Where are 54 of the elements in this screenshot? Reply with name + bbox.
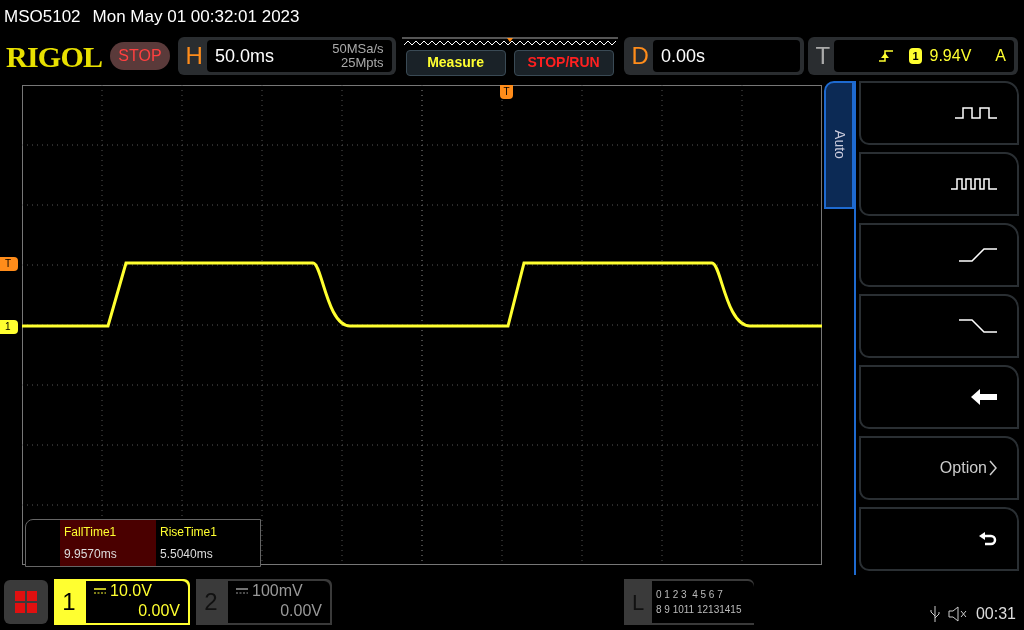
- trigger-mode: A: [995, 46, 1006, 67]
- trigger-panel[interactable]: T 1 9.94V A: [807, 37, 1018, 76]
- trigger-level: 9.94V: [929, 46, 972, 67]
- memory-depth: 25Mpts: [340, 56, 384, 71]
- channel-panel[interactable]: 1 10.0V 0.00V: [54, 579, 190, 626]
- side-menu-tab[interactable]: Auto: [824, 80, 854, 209]
- channel-scale: 100mV: [252, 581, 303, 602]
- brand-logo: RIGOL: [6, 38, 103, 75]
- status-time: 00:31: [975, 604, 1016, 624]
- pulse-icon: [955, 105, 997, 120]
- trigger-source-badge: 1: [909, 47, 922, 65]
- run-state-badge: STOP: [110, 42, 170, 71]
- side-menu-button[interactable]: [859, 151, 1019, 216]
- date-time: Mon May 01 00:32:01 2023: [92, 6, 300, 28]
- sample-rate: 50MSa/s: [332, 42, 384, 57]
- stop-run-button[interactable]: STOP/RUN: [513, 49, 614, 76]
- channel-offset: 0.00V: [280, 601, 322, 622]
- timebase-value: 50.0ms: [214, 44, 274, 68]
- model-name: MSO5102: [4, 6, 81, 28]
- falling-edge-icon: [959, 317, 997, 334]
- channel-marker: 1: [0, 319, 18, 334]
- delay-key: D: [627, 38, 653, 75]
- delay-panel[interactable]: D 0.00s: [623, 37, 804, 76]
- measurement-value: 5.5040ms: [160, 545, 214, 563]
- logic-channel-numbers: 8 9 1011 12131415: [656, 603, 743, 618]
- logic-channel-numbers: 0 1 2 3 4 5 6 7: [656, 588, 724, 603]
- measurement-value: 9.9570ms: [64, 545, 118, 563]
- chevron-right-icon: [989, 459, 997, 476]
- channel-number: 1: [61, 587, 77, 618]
- usb-icon: [929, 606, 940, 622]
- measurement-name: RiseTime1: [160, 523, 218, 541]
- measurement-name: FallTime1: [64, 523, 118, 541]
- dc-coupling-icon: [94, 587, 106, 596]
- rising-edge-trigger-icon: [879, 49, 894, 64]
- trigger-key: T: [811, 38, 835, 75]
- waveform-overview-icon: [399, 36, 620, 47]
- speaker-muted-icon: [947, 606, 968, 622]
- horizontal-panel[interactable]: H 50.0ms 50MSa/s 25Mpts: [177, 37, 396, 76]
- grid-icon: [15, 591, 37, 614]
- measure-button[interactable]: Measure: [405, 49, 506, 76]
- undo-icon: [979, 531, 997, 546]
- dc-coupling-icon: [236, 587, 248, 596]
- pulse-train-icon: [951, 176, 997, 191]
- rising-edge-icon: [959, 246, 997, 263]
- delay-value: 0.00s: [660, 44, 705, 68]
- trigger-level-marker: T: [0, 256, 18, 271]
- app-menu-button[interactable]: [4, 580, 48, 625]
- trigger-position-marker: T: [500, 84, 513, 99]
- auto-tab-label: Auto: [830, 130, 849, 160]
- channel-scale: 10.0V: [110, 581, 152, 602]
- side-menu-button[interactable]: Option: [859, 435, 1019, 500]
- channel-offset: 0.00V: [138, 601, 180, 622]
- left-arrow-icon: [971, 388, 997, 405]
- horizontal-key: H: [181, 38, 207, 75]
